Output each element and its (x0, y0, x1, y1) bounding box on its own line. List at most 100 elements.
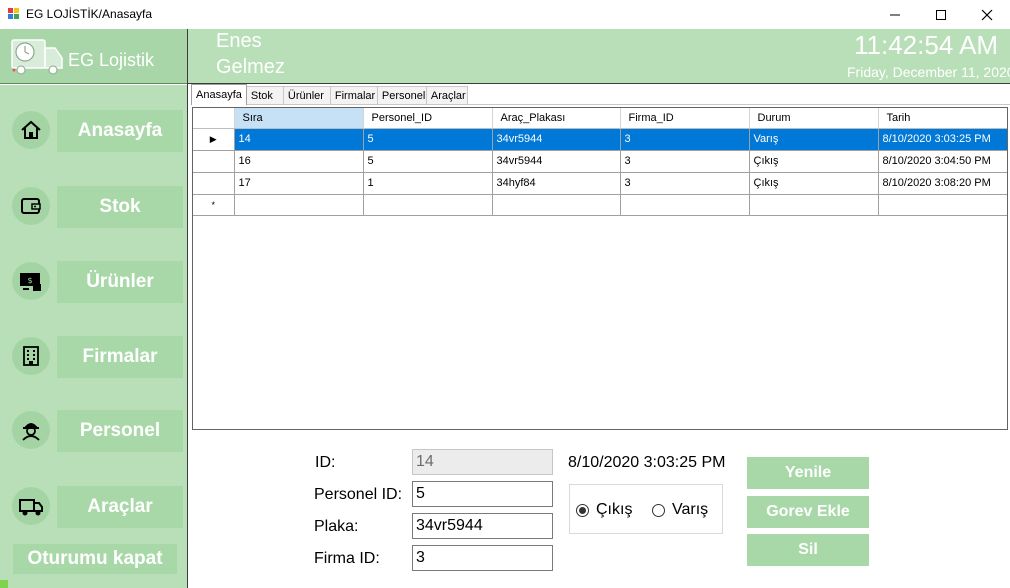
grid-cell[interactable]: 3 (620, 150, 750, 173)
clock-time: 11:42:54 AM (854, 30, 999, 60)
radio-varis-dot (652, 503, 665, 517)
wallet-icon[interactable] (12, 187, 50, 225)
table-row[interactable]: 16 5 34vr5944 3 Çıkış 8/10/2020 3:04:50 … (193, 150, 1007, 173)
title-bar: EG LOJİSTİK/Anasayfa (0, 0, 1010, 29)
resize-grip[interactable] (0, 580, 8, 588)
grid-cell[interactable] (878, 194, 1007, 216)
grid-cell[interactable]: 34vr5944 (492, 150, 621, 173)
grid-corner (193, 108, 235, 129)
sidebar-item-urunler[interactable]: Ürünler (57, 261, 183, 303)
user-first-name: Enes (216, 30, 262, 52)
grid-header-row: Sıra Personel_ID Araç_Plakası Firma_ID D… (193, 108, 1007, 129)
grid-cell[interactable]: 8/10/2020 3:04:50 PM (878, 150, 1007, 173)
home-icon[interactable] (12, 111, 50, 149)
column-header-arac-plakasi[interactable]: Araç_Plakası (492, 108, 621, 129)
grid-cell[interactable]: 17 (234, 172, 364, 195)
truck-icon[interactable] (12, 487, 50, 525)
grid-cell[interactable]: 8/10/2020 3:03:25 PM (878, 128, 1007, 151)
record-date: 8/10/2020 3:03:25 PM (568, 454, 726, 471)
grid-cell[interactable]: 34vr5944 (492, 128, 621, 151)
delete-button[interactable]: Sil (747, 534, 869, 566)
worker-icon[interactable] (12, 411, 50, 449)
grid-cell[interactable]: 5 (363, 128, 493, 151)
column-header-sira[interactable]: Sıra (234, 108, 364, 129)
grid-cell[interactable] (620, 194, 750, 216)
tab-bar: Anasayfa Stok Ürünler Firmalar Personel … (191, 84, 468, 105)
add-task-button[interactable]: Gorev Ekle (747, 496, 869, 528)
clock-date: Friday, December 11, 2020 (847, 64, 1010, 80)
maximize-icon (936, 9, 946, 20)
table-row[interactable]: ▶ 14 5 34vr5944 3 Varış 8/10/2020 3:03:2… (193, 128, 1007, 151)
tab-panel-border (191, 104, 1010, 105)
radio-varis[interactable]: Varış (652, 501, 708, 519)
column-header-firma-id[interactable]: Firma_ID (620, 108, 750, 129)
grid-cell[interactable] (234, 194, 364, 216)
grid-cell[interactable]: 3 (620, 172, 750, 195)
column-header-durum[interactable]: Durum (749, 108, 879, 129)
radio-cikis[interactable]: Çıkış (576, 501, 632, 519)
header-logo-area: EG Lojistik (0, 29, 187, 84)
plaka-label: Plaka: (314, 518, 359, 535)
sidebar-item-personel[interactable]: Personel (57, 410, 183, 452)
grid-cell[interactable]: Varış (749, 128, 879, 151)
svg-text:$: $ (27, 276, 32, 285)
grid-cell[interactable] (492, 194, 621, 216)
grid-cell[interactable]: Çıkış (749, 172, 879, 195)
tab-anasayfa[interactable]: Anasayfa (191, 84, 247, 105)
tab-firmalar[interactable]: Firmalar (329, 86, 378, 105)
sidebar-item-stok[interactable]: Stok (57, 186, 183, 228)
sidebar-item-anasayfa[interactable]: Anasayfa (57, 110, 183, 152)
new-row-marker[interactable]: * (193, 194, 235, 216)
column-header-tarih[interactable]: Tarih (878, 108, 1007, 129)
grid-cell[interactable]: Çıkış (749, 150, 879, 173)
grid-cell[interactable]: 8/10/2020 3:08:20 PM (878, 172, 1007, 195)
truck-clock-icon (11, 39, 63, 75)
close-icon (981, 9, 993, 20)
grid-cell[interactable]: 5 (363, 150, 493, 173)
plaka-field[interactable] (412, 513, 553, 539)
maximize-button[interactable] (918, 0, 964, 29)
status-radio-group: Çıkış Varış (569, 484, 723, 534)
grid-cell[interactable]: 34hyf84 (492, 172, 621, 195)
personel-id-label: Personel ID: (314, 486, 403, 503)
new-row[interactable]: * (193, 194, 1007, 216)
close-button[interactable] (964, 0, 1010, 29)
grid-cell[interactable]: 14 (234, 128, 364, 151)
radio-cikis-label: Çıkış (596, 501, 633, 518)
id-label: ID: (315, 454, 336, 471)
refresh-button[interactable]: Yenile (747, 457, 869, 489)
tab-urunler[interactable]: Ürünler (282, 86, 331, 105)
data-grid[interactable]: Sıra Personel_ID Araç_Plakası Firma_ID D… (192, 107, 1008, 430)
firma-id-label: Firma ID: (314, 550, 380, 567)
user-last-name: Gelmez (216, 56, 285, 78)
grid-cell[interactable] (363, 194, 493, 216)
window-title: EG LOJİSTİK/Anasayfa (26, 7, 153, 21)
row-selected-indicator[interactable]: ▶ (193, 128, 235, 151)
sidebar-divider (187, 29, 188, 588)
row-header[interactable] (193, 150, 235, 173)
tab-stok[interactable]: Stok (245, 86, 284, 105)
grid-cell[interactable]: 1 (363, 172, 493, 195)
radio-cikis-dot (576, 503, 589, 517)
app-icon (8, 8, 20, 20)
sidebar-item-araclar[interactable]: Araçlar (57, 486, 183, 528)
logout-button[interactable]: Oturumu kapat (13, 544, 177, 574)
row-header[interactable] (193, 172, 235, 195)
id-field (412, 449, 553, 475)
table-row[interactable]: 17 1 34hyf84 3 Çıkış 8/10/2020 3:08:20 P… (193, 172, 1007, 195)
radio-varis-label: Varış (672, 501, 709, 518)
grid-cell[interactable]: 16 (234, 150, 364, 173)
minimize-button[interactable] (872, 0, 918, 29)
minimize-icon (890, 14, 900, 15)
tab-personel[interactable]: Personel (376, 86, 427, 105)
tab-araclar[interactable]: Araçlar (425, 86, 468, 105)
building-icon[interactable] (12, 337, 50, 375)
grid-cell[interactable] (749, 194, 879, 216)
column-header-personel-id[interactable]: Personel_ID (363, 108, 493, 129)
personel-id-field[interactable] (412, 481, 553, 507)
grid-cell[interactable]: 3 (620, 128, 750, 151)
cash-register-icon[interactable]: $ (12, 262, 50, 300)
logo-text: EG Lojistik (68, 50, 155, 70)
firma-id-field[interactable] (412, 545, 553, 571)
sidebar-item-firmalar[interactable]: Firmalar (57, 336, 183, 378)
